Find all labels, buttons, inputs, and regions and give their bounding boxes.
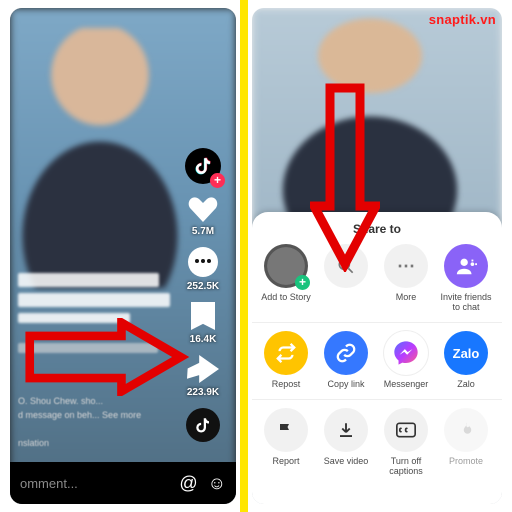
facebook-tile[interactable]: f Fac: [498, 331, 502, 389]
music-disc[interactable]: [186, 408, 220, 442]
left-phone: + 5.7M 252.5K 16.4K 223.9K: [10, 8, 236, 504]
caption-line: [18, 273, 159, 287]
add-to-story[interactable]: + Add to Story: [258, 244, 314, 312]
zalo-tile[interactable]: Zalo Zalo: [438, 331, 494, 389]
tutorial-arrow-share: [24, 318, 196, 396]
caption-line: [18, 293, 170, 307]
comment-bar[interactable]: omment... @ ☺: [10, 462, 236, 504]
save-video-tile[interactable]: Save video: [318, 408, 374, 476]
copy-link-tile[interactable]: Copy link: [318, 331, 374, 389]
messenger-tile[interactable]: Messenger: [378, 331, 434, 389]
tile-label: Messenger: [384, 379, 429, 389]
sheet-divider: [252, 322, 502, 323]
download-icon: [324, 408, 368, 452]
tiktok-icon: [193, 156, 213, 176]
story-icon: +: [264, 244, 308, 288]
repost-icon: [264, 331, 308, 375]
invite-icon: [444, 244, 488, 288]
tile-label: Zalo: [457, 379, 475, 389]
tile-label: Save video: [324, 456, 369, 466]
heart-icon: [188, 196, 218, 222]
captions-icon: [384, 408, 428, 452]
watermark-text: snaptik.vn: [429, 12, 496, 27]
messenger-icon: [384, 331, 428, 375]
sheet-divider: [252, 399, 502, 400]
tiktok-icon: [194, 416, 212, 434]
video-person: [20, 28, 180, 288]
fire-icon: [444, 408, 488, 452]
comment-button[interactable]: 252.5K: [176, 247, 230, 292]
translation-label[interactable]: nslation: [18, 438, 49, 448]
profile-avatar[interactable]: +: [185, 148, 221, 184]
promote-tile[interactable]: Promote: [438, 408, 494, 476]
share-row-apps: Repost Copy link Messenger Zalo Zalo f F…: [252, 329, 502, 397]
comment-icon: [188, 247, 218, 277]
comment-count: 252.5K: [176, 281, 230, 292]
author-line: O. Shou Chew. sho...: [18, 396, 103, 406]
tile-label: Promote: [449, 456, 483, 466]
more-icon: ⋯: [384, 244, 428, 288]
tile-label: Report: [272, 456, 299, 466]
tutorial-arrow-copylink: [310, 82, 380, 272]
yellow-divider: [240, 0, 248, 512]
invite-friends[interactable]: Invite friends to chat: [438, 244, 494, 312]
emoji-icon[interactable]: ☺: [208, 473, 226, 494]
tile-label: Turn off captions: [389, 456, 423, 476]
tile-label: Add to Story: [261, 292, 311, 302]
captions-tile[interactable]: Turn off captions: [378, 408, 434, 476]
action-sidebar: + 5.7M 252.5K 16.4K 223.9K: [176, 148, 230, 442]
report-tile[interactable]: Report: [258, 408, 314, 476]
desc-line: d message on beh... See more: [18, 410, 141, 420]
like-count: 5.7M: [176, 226, 230, 237]
tile-label: More: [396, 292, 417, 302]
follow-plus-icon[interactable]: +: [210, 173, 225, 188]
zalo-icon: Zalo: [444, 331, 488, 375]
tile-label: Copy link: [327, 379, 364, 389]
mention-icon[interactable]: @: [179, 473, 197, 494]
like-button[interactable]: 5.7M: [176, 196, 230, 237]
more-tile[interactable]: ⋯ More: [378, 244, 434, 312]
link-icon: [324, 331, 368, 375]
comment-placeholder[interactable]: omment...: [20, 476, 169, 491]
flag-icon: [264, 408, 308, 452]
extra-tile[interactable]: D: [498, 408, 502, 476]
share-row-actions: Report Save video Turn off captions Prom…: [252, 406, 502, 484]
tile-label: Invite friends to chat: [440, 292, 491, 312]
repost-tile[interactable]: Repost: [258, 331, 314, 389]
tile-label: Repost: [272, 379, 301, 389]
